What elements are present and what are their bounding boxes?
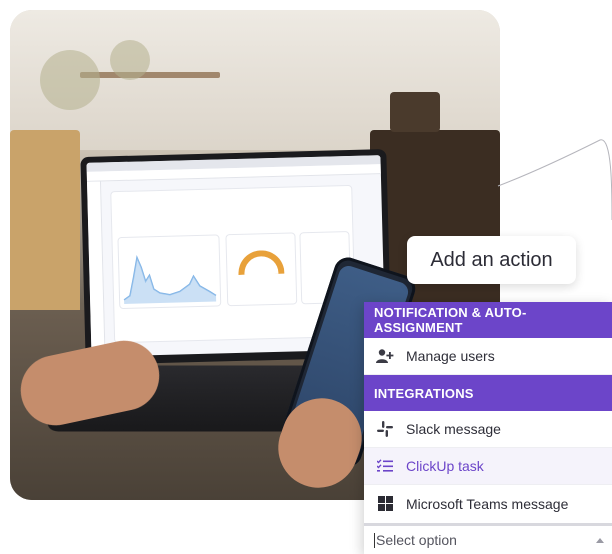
section-header-notification: NOTIFICATION & AUTO-ASSIGNMENT [364,302,612,338]
section-header-integrations: INTEGRATIONS [364,375,612,411]
menu-item-microsoft-teams-message[interactable]: Microsoft Teams message [364,485,612,522]
add-user-icon [374,348,396,364]
menu-item-manage-users[interactable]: Manage users [364,338,612,375]
plant [110,40,150,80]
chart-card [118,235,221,309]
select-option-field[interactable]: Select option [364,523,612,554]
menu-item-slack-message[interactable]: Slack message [364,411,612,448]
plant [40,50,100,110]
wood-cabinet [10,130,80,330]
gauge-card [226,233,297,306]
add-action-label: Add an action [430,248,553,271]
coffee-machine [390,92,440,132]
area-chart-icon [123,254,217,304]
menu-item-clickup-task[interactable]: ClickUp task [364,448,612,485]
task-list-icon [374,459,396,473]
slack-icon [374,421,396,437]
action-dropdown-menu: NOTIFICATION & AUTO-ASSIGNMENT Manage us… [364,302,612,554]
select-placeholder: Select option [376,532,457,548]
text-cursor [374,532,375,548]
caret-up-icon[interactable] [596,538,604,543]
shelf [80,72,220,78]
windows-logo-icon [374,496,396,511]
add-action-button[interactable]: Add an action [407,236,576,284]
